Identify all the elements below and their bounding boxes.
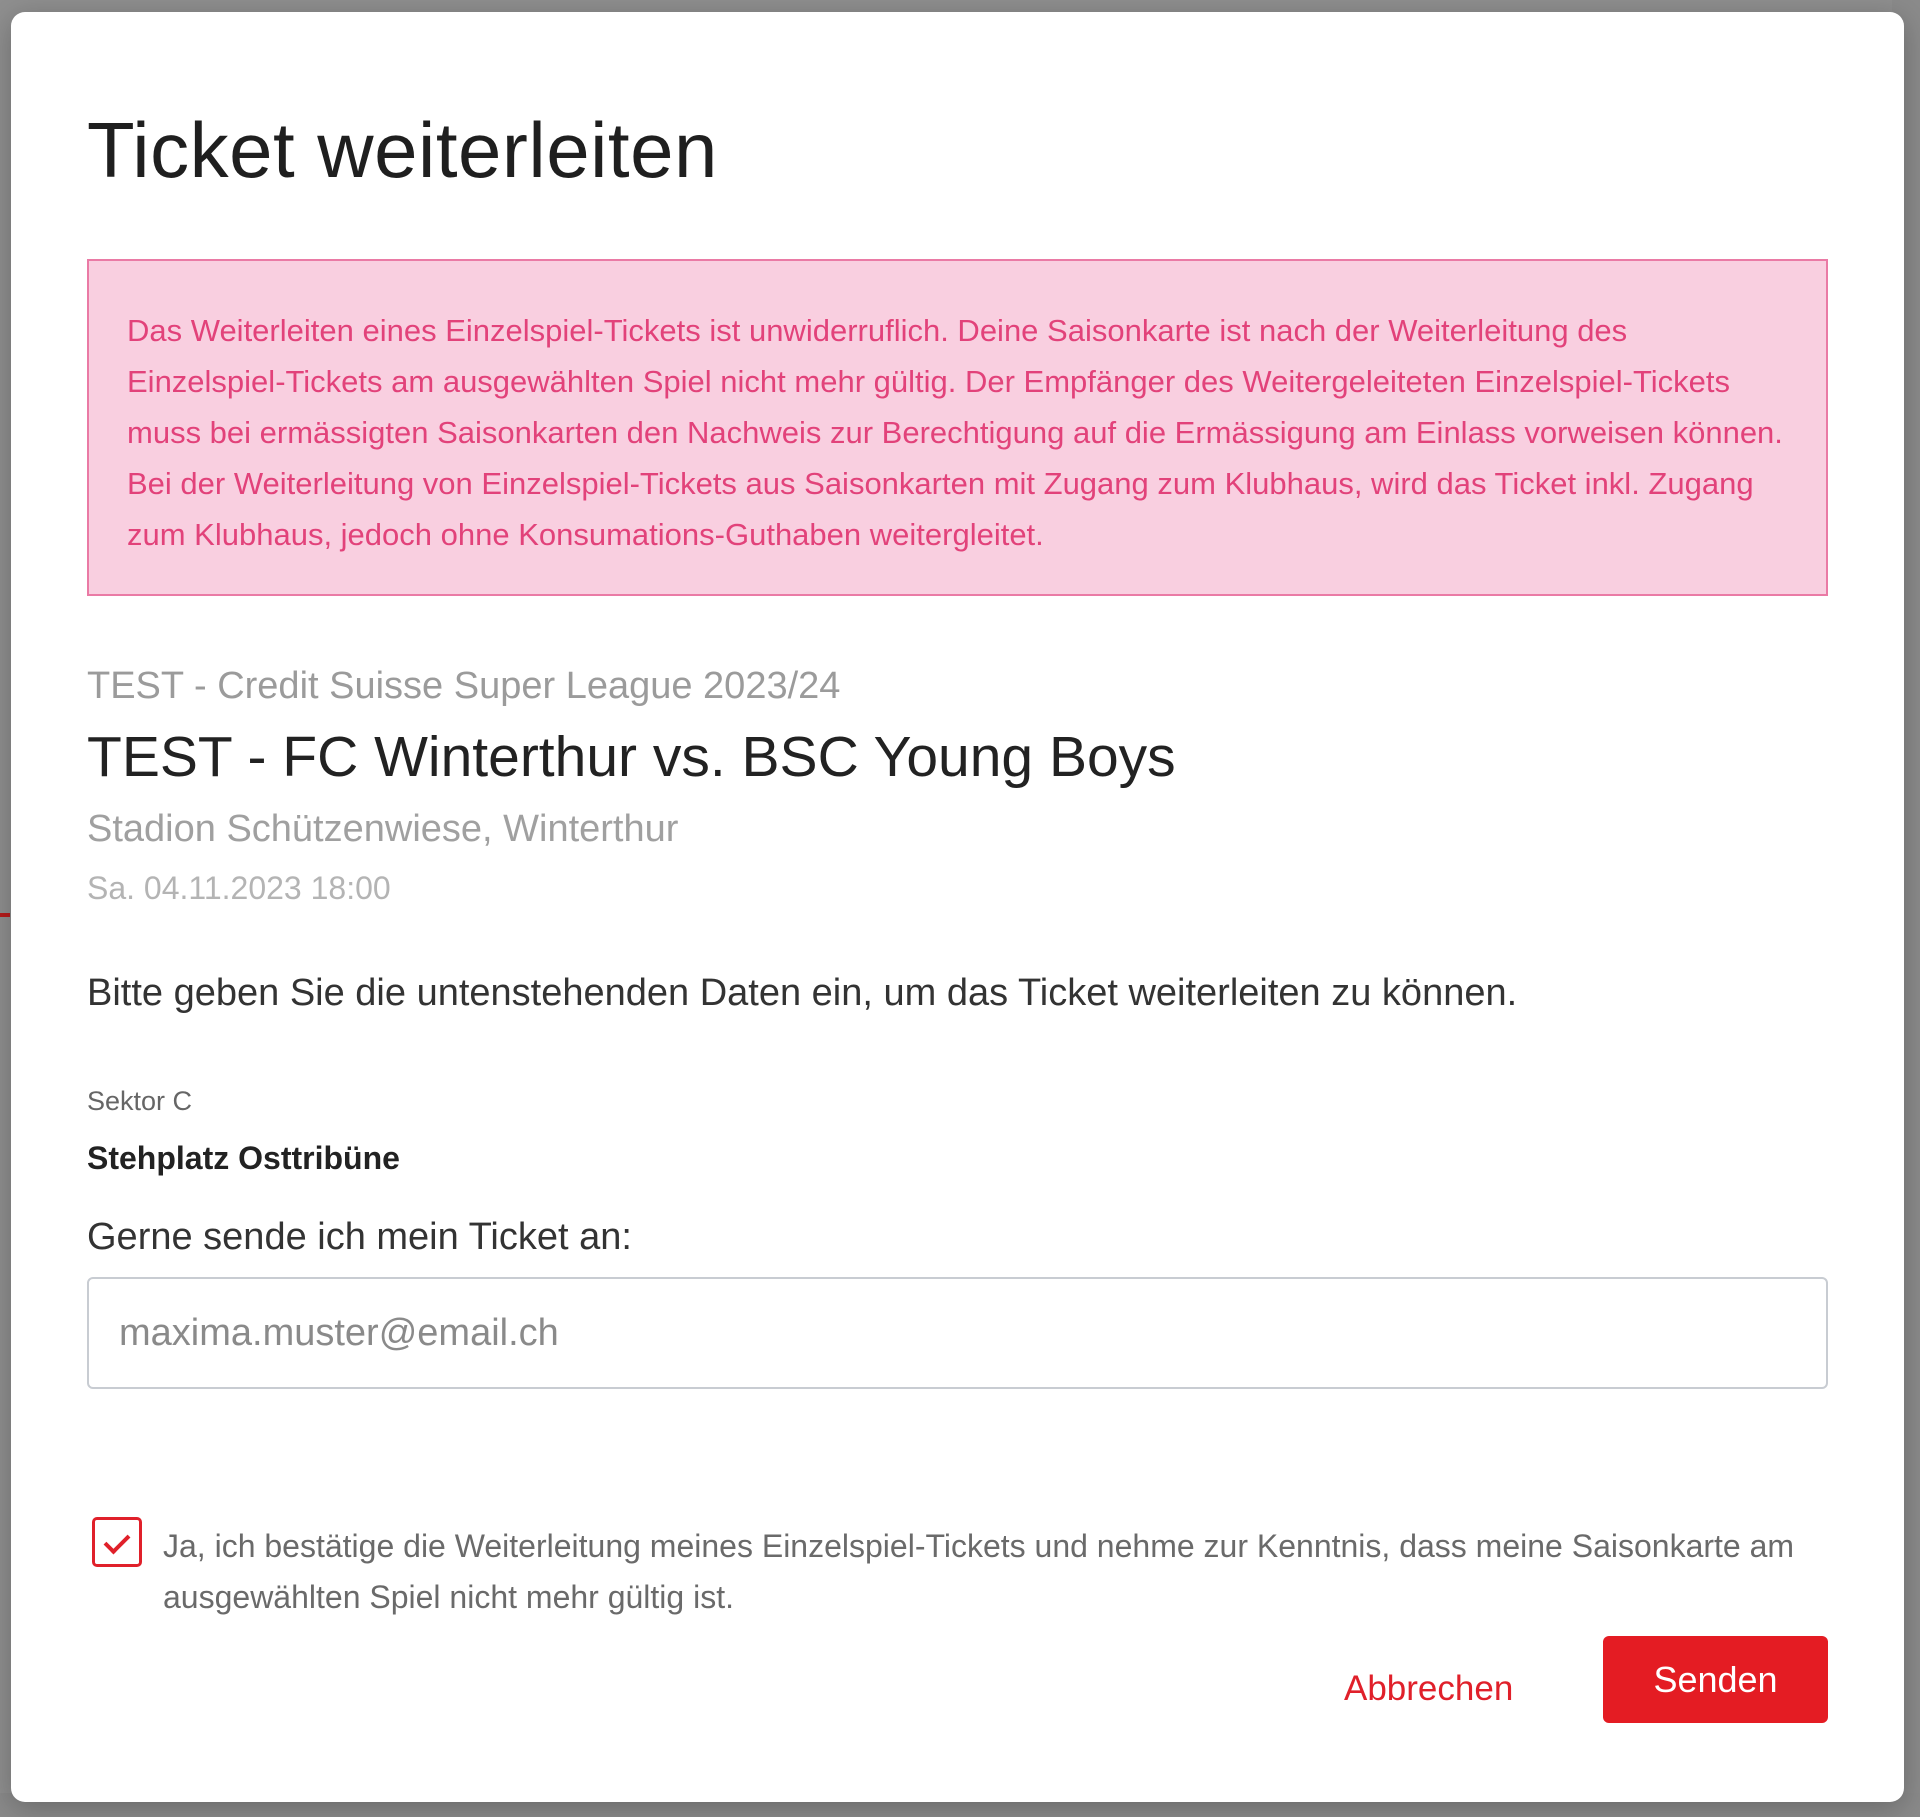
event-season: TEST - Credit Suisse Super League 2023/2… <box>87 665 841 707</box>
recipient-label: Gerne sende ich mein Ticket an: <box>87 1216 632 1258</box>
sector-label: Sektor C <box>87 1086 193 1116</box>
forward-ticket-dialog: Ticket weiterleiten Das Weiterleiten ein… <box>11 12 1904 1802</box>
sector-value: Stehplatz Osttribüne <box>87 1140 400 1176</box>
event-venue: Stadion Schützenwiese, Winterthur <box>87 808 679 850</box>
warning-alert: Das Weiterleiten eines Einzelspiel-Ticke… <box>87 259 1828 596</box>
event-datetime: Sa. 04.11.2023 18:00 <box>87 870 391 906</box>
send-button[interactable]: Senden <box>1603 1636 1828 1723</box>
consent-text: Ja, ich bestätige die Weiterleitung mein… <box>163 1528 1795 1615</box>
cancel-button[interactable]: Abbrechen <box>1334 1659 1523 1719</box>
consent-checkbox[interactable] <box>92 1517 142 1567</box>
form-instruction: Bitte geben Sie die untenstehenden Daten… <box>87 972 1518 1014</box>
event-title: TEST - FC Winterthur vs. BSC Young Boys <box>87 725 1176 789</box>
background-accent-mark <box>0 913 10 917</box>
check-icon <box>103 1527 131 1555</box>
dialog-title: Ticket weiterleiten <box>87 106 718 194</box>
recipient-email-input[interactable] <box>87 1277 1828 1389</box>
